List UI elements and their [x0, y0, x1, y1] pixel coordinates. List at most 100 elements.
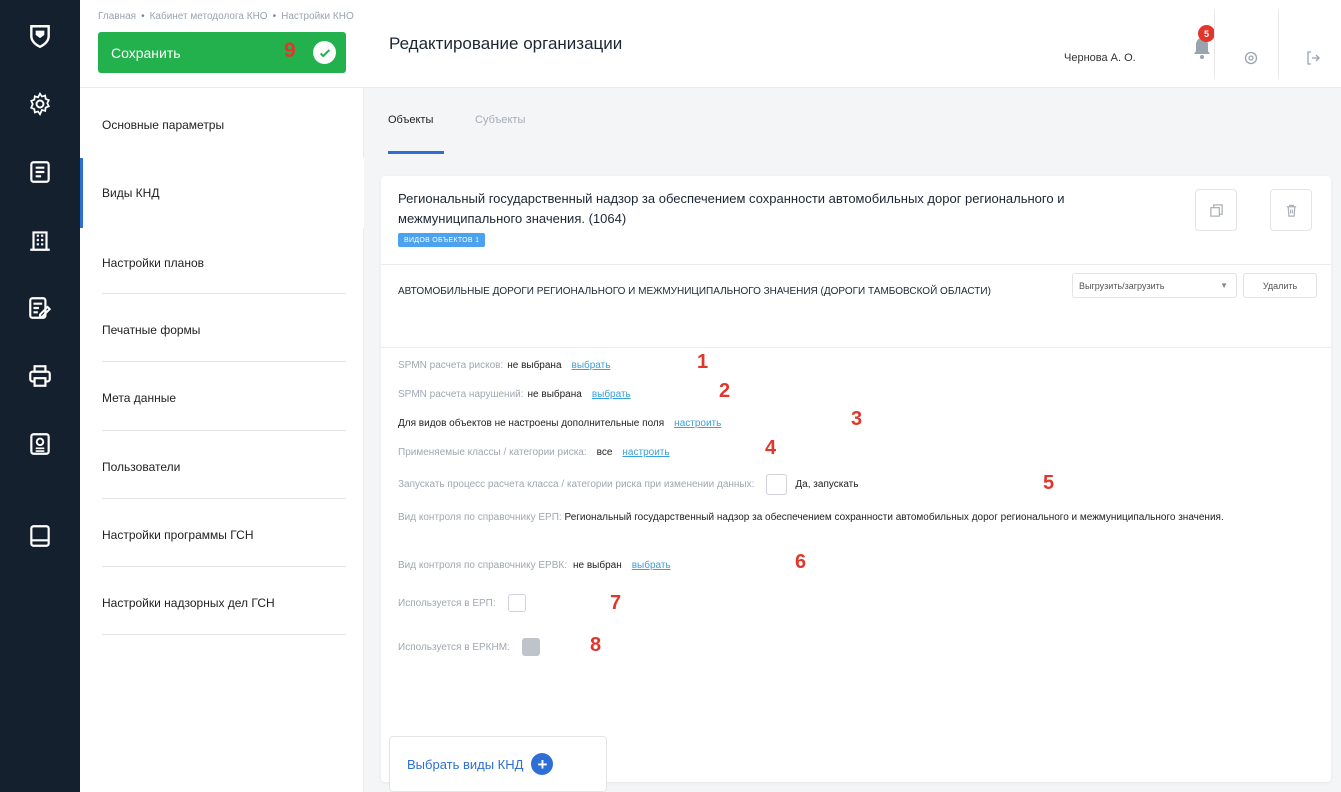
prop-value: все [596, 447, 613, 458]
violation-formula-row: SPMN расчета нарушений: не выбрана выбра… [398, 389, 631, 400]
breadcrumb-separator: • [141, 11, 145, 22]
save-button[interactable]: Сохранить 9 [98, 32, 346, 73]
gear-icon[interactable] [18, 82, 62, 126]
sidebar-divider [102, 361, 346, 362]
sidebar-item-label: Настройки надзорных дел ГСН [102, 596, 275, 610]
used-in-erp-checkbox[interactable] [507, 594, 526, 612]
object-type-row: АВТОМОБИЛЬНЫЕ ДОРОГИ РЕГИОНАЛЬНОГО И МЕЖ… [381, 264, 1331, 348]
sidebar-item-main-params[interactable]: Основные параметры [80, 90, 364, 160]
tab-objects[interactable]: Объекты [388, 114, 433, 126]
annotation-marker: 7 [610, 592, 622, 614]
annotation-marker: 2 [719, 380, 731, 402]
breadcrumb-item[interactable]: Кабинет методолога КНО [150, 11, 268, 22]
sidebar-item-users[interactable]: Пользователи [80, 432, 364, 502]
tab-bar: Объекты Субъекты [364, 88, 1341, 154]
delete-object-button[interactable]: Удалить [1243, 273, 1317, 298]
used-in-erp-row: Используется в ЕРП: [398, 594, 526, 612]
export-import-select[interactable]: Выгрузить/загрузить ▼ [1072, 273, 1237, 298]
sidebar-divider [102, 293, 346, 294]
annotation-marker: 4 [765, 437, 777, 459]
annotation-marker: 1 [697, 351, 709, 373]
extra-fields-row: Для видов объектов не настроены дополнит… [398, 418, 721, 429]
configure-extra-fields-link[interactable]: настроить [674, 418, 721, 429]
main-content: Объекты Субъекты Региональный государств… [364, 88, 1341, 792]
chevron-down-icon: ▼ [1220, 281, 1228, 290]
object-types-badge: ВИДОВ ОБЪЕКТОВ 1 [398, 233, 486, 247]
sidebar-item-label: Виды КНД [102, 186, 160, 200]
select-knd-types-label: Выбрать виды КНД [407, 756, 524, 772]
sidebar-item-label: Печатные формы [102, 323, 201, 337]
select-risk-formula-link[interactable]: выбрать [572, 360, 611, 371]
delete-knd-button[interactable] [1270, 189, 1312, 231]
run-calc-option-label: Да, запускать [795, 479, 859, 490]
prop-value: не выбран [572, 560, 622, 571]
breadcrumb-item[interactable]: Главная [98, 11, 136, 22]
building-icon[interactable] [18, 218, 62, 262]
risk-classes-row: Применяемые классы / категории риска: вс… [398, 447, 670, 458]
select-knd-types-button[interactable]: Выбрать виды КНД + [389, 736, 607, 792]
prop-value: не выбрана [527, 389, 582, 400]
copy-button[interactable] [1195, 189, 1237, 231]
sidebar-item-label: Настройки программы ГСН [102, 528, 254, 542]
prop-label: Используется в ЕРП: [398, 597, 496, 609]
select-erpk-kind-link[interactable]: выбрать [632, 560, 671, 571]
sidebar-item-label: Пользователи [102, 460, 181, 474]
page-title: Редактирование организации [389, 34, 623, 53]
book-icon[interactable] [18, 514, 62, 558]
check-icon [313, 41, 336, 64]
run-calc-row: Запускать процесс расчета класса / катег… [398, 474, 858, 495]
sidebar-divider [102, 566, 346, 567]
sidebar-item-metadata[interactable]: Мета данные [80, 363, 364, 433]
active-tab-indicator [388, 151, 444, 154]
icon-rail [0, 0, 80, 792]
prop-label: Вид контроля по справочнику ЕРП: [398, 512, 562, 523]
copy-icon [1209, 203, 1223, 217]
prop-label: SPMN расчета нарушений: [398, 389, 524, 400]
report-icon[interactable] [18, 422, 62, 466]
logout-icon[interactable] [1305, 50, 1321, 66]
settings-icon[interactable] [1243, 50, 1259, 66]
configure-risk-classes-link[interactable]: настроить [622, 447, 669, 458]
printer-icon[interactable] [18, 354, 62, 398]
breadcrumb-item[interactable]: Настройки КНО [281, 11, 354, 22]
checklist-edit-icon[interactable] [18, 286, 62, 330]
used-in-erknm-row: Используется в ЕРКНМ: [398, 638, 540, 656]
sidebar-divider [102, 498, 346, 499]
prop-value: Региональный государственный надзор за о… [564, 512, 1224, 523]
prop-value: не выбрана [507, 360, 562, 371]
header-divider [1278, 10, 1279, 78]
prop-label: Запускать процесс расчета класса / катег… [398, 479, 755, 490]
sidebar-item-knd-types[interactable]: Виды КНД [80, 158, 364, 228]
prop-label: SPMN расчета рисков: [398, 360, 504, 371]
annotation-marker: 9 [284, 39, 296, 62]
prop-text: Для видов объектов не настроены дополнит… [398, 418, 665, 429]
user-name[interactable]: Чернова А. О. [1064, 52, 1136, 64]
sidebar-item-print-forms[interactable]: Печатные формы [80, 295, 364, 365]
select-violation-formula-link[interactable]: выбрать [592, 389, 631, 400]
erp-kind-row: Вид контроля по справочнику ЕРП: Региона… [398, 509, 1278, 526]
plus-icon: + [531, 753, 554, 775]
prop-label: Вид контроля по справочнику ЕРВК: [398, 560, 567, 571]
trash-icon [1286, 204, 1296, 217]
save-button-label: Сохранить [111, 44, 181, 61]
sidebar-divider [102, 634, 346, 635]
sidebar-item-gsn-program[interactable]: Настройки программы ГСН [80, 500, 364, 570]
annotation-marker: 6 [795, 551, 807, 573]
logo-shield-icon[interactable] [18, 14, 62, 58]
sidebar-item-gsn-supervision[interactable]: Настройки надзорных дел ГСН [80, 568, 364, 638]
top-header: Главная • Кабинет методолога КНО • Настройки… [80, 0, 1341, 88]
sidebar-item-label: Мета данные [102, 391, 177, 405]
sidebar-item-plan-settings[interactable]: Настройки планов [80, 228, 364, 298]
settings-sidebar: Основные параметры Виды КНД Настройки пл… [80, 88, 364, 792]
breadcrumb-separator: • [272, 11, 277, 22]
tab-subjects[interactable]: Субъекты [475, 114, 525, 126]
annotation-marker: 3 [851, 408, 863, 430]
prop-label: Используется в ЕРКНМ: [398, 641, 510, 653]
run-calc-checkbox[interactable] [766, 474, 788, 495]
prop-label: Применяемые классы / категории риска: [398, 447, 587, 458]
knd-title: Региональный государственный надзор за о… [398, 191, 1065, 226]
breadcrumb: Главная • Кабинет методолога КНО • Настройки… [98, 11, 354, 22]
sidebar-divider [102, 430, 346, 431]
document-list-icon[interactable] [18, 150, 62, 194]
notification-badge: 5 [1198, 25, 1215, 42]
